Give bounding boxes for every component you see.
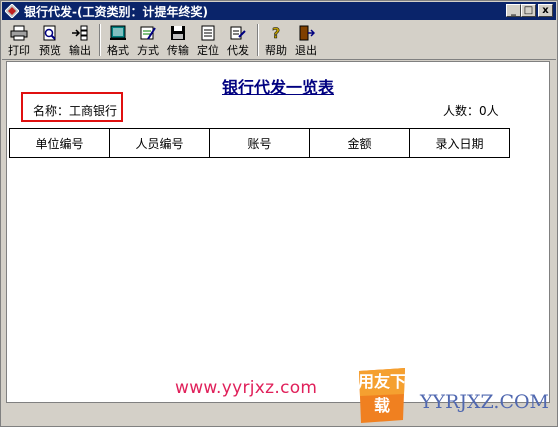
column-header-entry-date[interactable]: 录入日期 [409, 128, 510, 158]
column-header-account[interactable]: 账号 [209, 128, 310, 158]
maximize-button[interactable]: □ [521, 4, 536, 17]
report-title-text: 银行代发一览表 [221, 78, 334, 97]
watermark-logo-text: 用友下载 [357, 372, 406, 415]
column-header-unit-code[interactable]: 单位编号 [9, 128, 110, 158]
toolbar-separator [99, 24, 101, 56]
floppy-disk-icon [171, 26, 185, 40]
svg-text:?: ? [272, 26, 280, 41]
scheme-button[interactable]: 方式 [134, 24, 162, 58]
locate-label: 定位 [197, 44, 219, 57]
preview-label: 预览 [39, 44, 61, 57]
preview-icon [43, 25, 56, 41]
exit-door-icon [299, 25, 315, 41]
title-bar[interactable]: 银行代发-(工资类别：计提年终奖) _ □ x [2, 2, 556, 20]
exit-button[interactable]: 退出 [292, 24, 320, 58]
report-canvas: 银行代发一览表 名称：工商银行 人数：0人 单位编号 人员编号 账号 金额 录入… [6, 61, 550, 403]
help-button[interactable]: ? 帮助 [262, 24, 290, 58]
scheme-icon [140, 26, 156, 40]
printer-icon [10, 25, 28, 41]
disburse-label: 代发 [227, 44, 249, 57]
format-label: 格式 [107, 44, 129, 57]
export-icon [72, 25, 88, 41]
minimize-button[interactable]: _ [506, 4, 521, 17]
help-label: 帮助 [265, 44, 287, 57]
watermark-url: www.yyrjxz.com [175, 378, 318, 398]
locate-button[interactable]: 定位 [194, 24, 222, 58]
disburse-button[interactable]: 代发 [224, 24, 252, 58]
format-button[interactable]: 格式 [104, 24, 132, 58]
transfer-label: 传输 [167, 44, 189, 57]
disburse-icon [230, 26, 246, 40]
transfer-button[interactable]: 传输 [164, 24, 192, 58]
bank-name-label: 名称：工商银行 [33, 104, 118, 118]
table-header-row: 单位编号 人员编号 账号 金额 录入日期 [9, 128, 510, 158]
bank-disbursement-window: 银行代发-(工资类别：计提年终奖) _ □ x 打印 预览 输出 格式 方式 传… [0, 0, 558, 427]
format-icon [110, 25, 126, 40]
column-header-amount[interactable]: 金额 [309, 128, 410, 158]
print-label: 打印 [8, 44, 30, 57]
window-title: 银行代发-(工资类别：计提年终奖) [24, 5, 208, 19]
print-button[interactable]: 打印 [5, 24, 33, 58]
person-count-label: 人数：0人 [443, 104, 499, 118]
column-header-person-code[interactable]: 人员编号 [109, 128, 210, 158]
locate-icon [201, 25, 215, 41]
toolbar-separator [257, 24, 259, 56]
help-icon: ? [272, 26, 281, 41]
close-button[interactable]: x [538, 4, 553, 17]
disbursement-table: 单位编号 人员编号 账号 金额 录入日期 [9, 128, 510, 158]
watermark-site: YYRJXZ.COM [420, 391, 550, 413]
scheme-label: 方式 [137, 44, 159, 57]
exit-label: 退出 [295, 44, 317, 57]
watermark-logo: 用友下载 [357, 368, 407, 423]
preview-button[interactable]: 预览 [36, 24, 64, 58]
toolbar: 打印 预览 输出 格式 方式 传输 定位 代发 ? 帮助 退出 [2, 21, 556, 60]
app-icon [5, 4, 19, 18]
export-label: 输出 [69, 44, 91, 57]
export-button[interactable]: 输出 [66, 24, 94, 58]
